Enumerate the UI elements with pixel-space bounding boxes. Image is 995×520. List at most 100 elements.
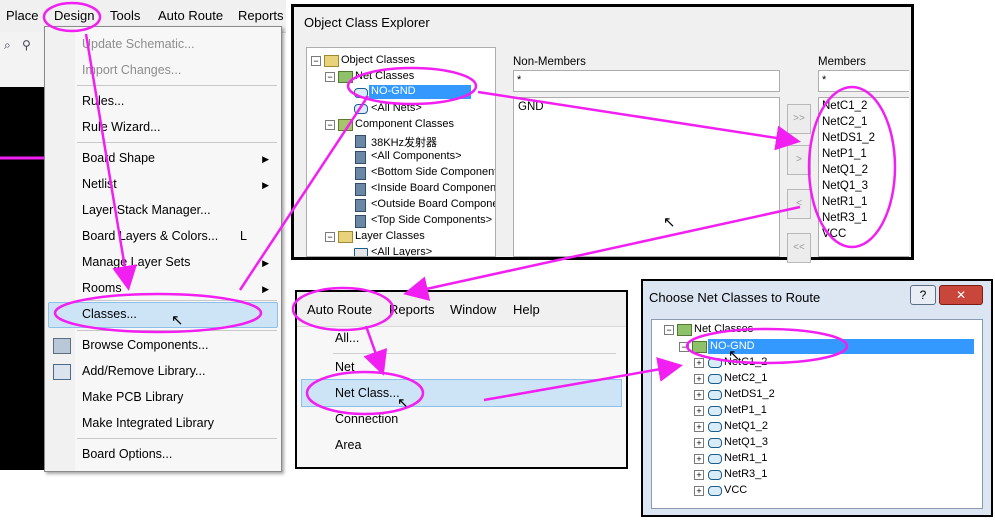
tree-all-components[interactable]: <All Components> bbox=[371, 150, 462, 162]
list-item[interactable]: NetP1_1 bbox=[822, 148, 867, 160]
expand-icon[interactable]: + bbox=[694, 374, 704, 384]
folder-icon bbox=[324, 55, 339, 67]
tree-component-classes[interactable]: Component Classes bbox=[355, 118, 454, 130]
list-item[interactable]: GND bbox=[518, 101, 544, 113]
expand-icon[interactable]: + bbox=[694, 406, 704, 416]
tree-net[interactable]: NetC2_1 bbox=[724, 372, 767, 384]
layer-icon bbox=[354, 248, 368, 256]
menu-board-shape[interactable]: Board Shape bbox=[82, 151, 155, 165]
menu-connection[interactable]: Connection bbox=[335, 412, 398, 426]
class-tree: − Object Classes − Net Classes NO-GND <A… bbox=[306, 47, 496, 257]
menu-make-pcb-library[interactable]: Make PCB Library bbox=[82, 390, 183, 404]
list-item[interactable]: NetDS1_2 bbox=[822, 132, 875, 144]
mouse-cursor-icon: ↖ bbox=[663, 214, 676, 231]
list-item[interactable]: NetR3_1 bbox=[822, 212, 867, 224]
tree-38khz[interactable]: 38KHz发射器 bbox=[371, 134, 437, 150]
collapse-icon[interactable]: − bbox=[325, 72, 335, 82]
menu-board-layers-colors[interactable]: Board Layers & Colors... bbox=[82, 229, 218, 243]
tree-net[interactable]: NetR3_1 bbox=[724, 468, 767, 480]
tree-all-nets[interactable]: <All Nets> bbox=[371, 102, 422, 114]
collapse-icon[interactable]: − bbox=[664, 325, 674, 335]
collapse-icon[interactable]: − bbox=[679, 342, 689, 352]
menu-help[interactable]: Help bbox=[513, 302, 540, 317]
tree-outside-board[interactable]: <Outside Board Components> bbox=[371, 198, 495, 210]
list-item[interactable]: VCC bbox=[822, 228, 846, 240]
menu-make-integrated-library[interactable]: Make Integrated Library bbox=[82, 416, 214, 430]
list-item[interactable]: NetQ1_3 bbox=[822, 180, 868, 192]
help-button[interactable]: ? bbox=[910, 285, 936, 305]
non-members-list[interactable]: GND bbox=[513, 97, 780, 257]
submenu-arrow-icon: ▶ bbox=[262, 284, 269, 294]
net-icon bbox=[708, 454, 722, 464]
remove-button[interactable]: < bbox=[787, 189, 811, 219]
tree-net[interactable]: NetDS1_2 bbox=[724, 388, 775, 400]
add-all-button[interactable]: >> bbox=[787, 104, 811, 134]
menu-reports[interactable]: Reports bbox=[238, 8, 284, 23]
collapse-icon[interactable]: − bbox=[325, 232, 335, 242]
tree-top-side[interactable]: <Top Side Components> bbox=[371, 214, 492, 226]
component-icon bbox=[355, 167, 366, 180]
tree-net[interactable]: NetR1_1 bbox=[724, 452, 767, 464]
tree-layer-classes[interactable]: Layer Classes bbox=[355, 230, 425, 242]
menu-area[interactable]: Area bbox=[335, 438, 361, 452]
menu-all[interactable]: All... bbox=[335, 331, 359, 345]
non-members-filter[interactable]: * bbox=[513, 70, 780, 92]
menu-auto-route[interactable]: Auto Route bbox=[307, 302, 372, 317]
menu-net-class[interactable]: Net Class... bbox=[335, 386, 400, 400]
list-item[interactable]: NetC2_1 bbox=[822, 116, 867, 128]
list-item[interactable]: NetQ1_2 bbox=[822, 164, 868, 176]
menu-tools[interactable]: Tools bbox=[110, 8, 140, 23]
menu-netlist[interactable]: Netlist bbox=[82, 177, 117, 191]
menu-auto-route[interactable]: Auto Route bbox=[158, 8, 223, 23]
tree-net[interactable]: NetP1_1 bbox=[724, 404, 767, 416]
tree-net[interactable]: NetQ1_2 bbox=[724, 420, 768, 432]
menu-reports[interactable]: Reports bbox=[389, 302, 435, 317]
expand-icon[interactable]: + bbox=[694, 438, 704, 448]
menu-net[interactable]: Net bbox=[335, 360, 354, 374]
menu-manage-layer-sets[interactable]: Manage Layer Sets bbox=[82, 255, 190, 269]
net-icon bbox=[708, 406, 722, 416]
expand-icon[interactable]: + bbox=[694, 486, 704, 496]
tree-net-classes[interactable]: Net Classes bbox=[694, 323, 753, 335]
menu-classes[interactable]: Classes... bbox=[82, 307, 137, 321]
zoom-icon[interactable]: ⌕ bbox=[4, 38, 11, 53]
list-item[interactable]: NetC1_2 bbox=[822, 100, 867, 112]
menu-place[interactable]: Place bbox=[6, 8, 39, 23]
tree-bottom-side[interactable]: <Bottom Side Components> bbox=[371, 166, 495, 178]
menu-board-options[interactable]: Board Options... bbox=[82, 447, 172, 461]
members-list[interactable]: NetC1_2 NetC2_1 NetDS1_2 NetP1_1 NetQ1_2… bbox=[818, 97, 909, 257]
menu-window[interactable]: Window bbox=[450, 302, 496, 317]
window-title: Object Class Explorer bbox=[304, 15, 430, 30]
add-button[interactable]: > bbox=[787, 145, 811, 175]
expand-icon[interactable]: + bbox=[694, 422, 704, 432]
tree-all-layers[interactable]: <All Layers> bbox=[371, 246, 432, 256]
inspect-icon[interactable]: ⚲ bbox=[22, 38, 31, 52]
remove-all-button[interactable]: << bbox=[787, 233, 811, 263]
collapse-icon[interactable]: − bbox=[325, 120, 335, 130]
close-button[interactable]: ✕ bbox=[939, 285, 983, 305]
menu-rules[interactable]: Rules... bbox=[82, 94, 124, 108]
tree-net[interactable]: NetQ1_3 bbox=[724, 436, 768, 448]
collapse-icon[interactable]: − bbox=[311, 56, 321, 66]
menu-browse-components[interactable]: Browse Components... bbox=[82, 338, 208, 352]
menu-layer-stack-manager[interactable]: Layer Stack Manager... bbox=[82, 203, 211, 217]
tree-net[interactable]: NetC1_2 bbox=[724, 356, 767, 368]
expand-icon[interactable]: + bbox=[694, 358, 704, 368]
separator bbox=[77, 142, 277, 143]
expand-icon[interactable]: + bbox=[694, 454, 704, 464]
menu-rule-wizard[interactable]: Rule Wizard... bbox=[82, 120, 161, 134]
members-filter[interactable]: * bbox=[818, 70, 909, 92]
list-item[interactable]: NetR1_1 bbox=[822, 196, 867, 208]
menu-design[interactable]: Design bbox=[54, 8, 94, 23]
tree-no-gnd[interactable]: NO-GND bbox=[369, 85, 471, 99]
expand-icon[interactable]: + bbox=[694, 470, 704, 480]
net-folder-icon bbox=[677, 324, 692, 336]
menu-rooms[interactable]: Rooms bbox=[82, 281, 122, 295]
tree-object-classes[interactable]: Object Classes bbox=[341, 54, 415, 66]
menu-add-remove-library[interactable]: Add/Remove Library... bbox=[82, 364, 205, 378]
expand-icon[interactable]: + bbox=[694, 390, 704, 400]
tree-net[interactable]: VCC bbox=[724, 484, 747, 496]
tree-net-classes[interactable]: Net Classes bbox=[355, 70, 414, 82]
mouse-cursor-icon: ↖ bbox=[171, 312, 184, 329]
tree-inside-board[interactable]: <Inside Board Components> bbox=[371, 182, 495, 194]
